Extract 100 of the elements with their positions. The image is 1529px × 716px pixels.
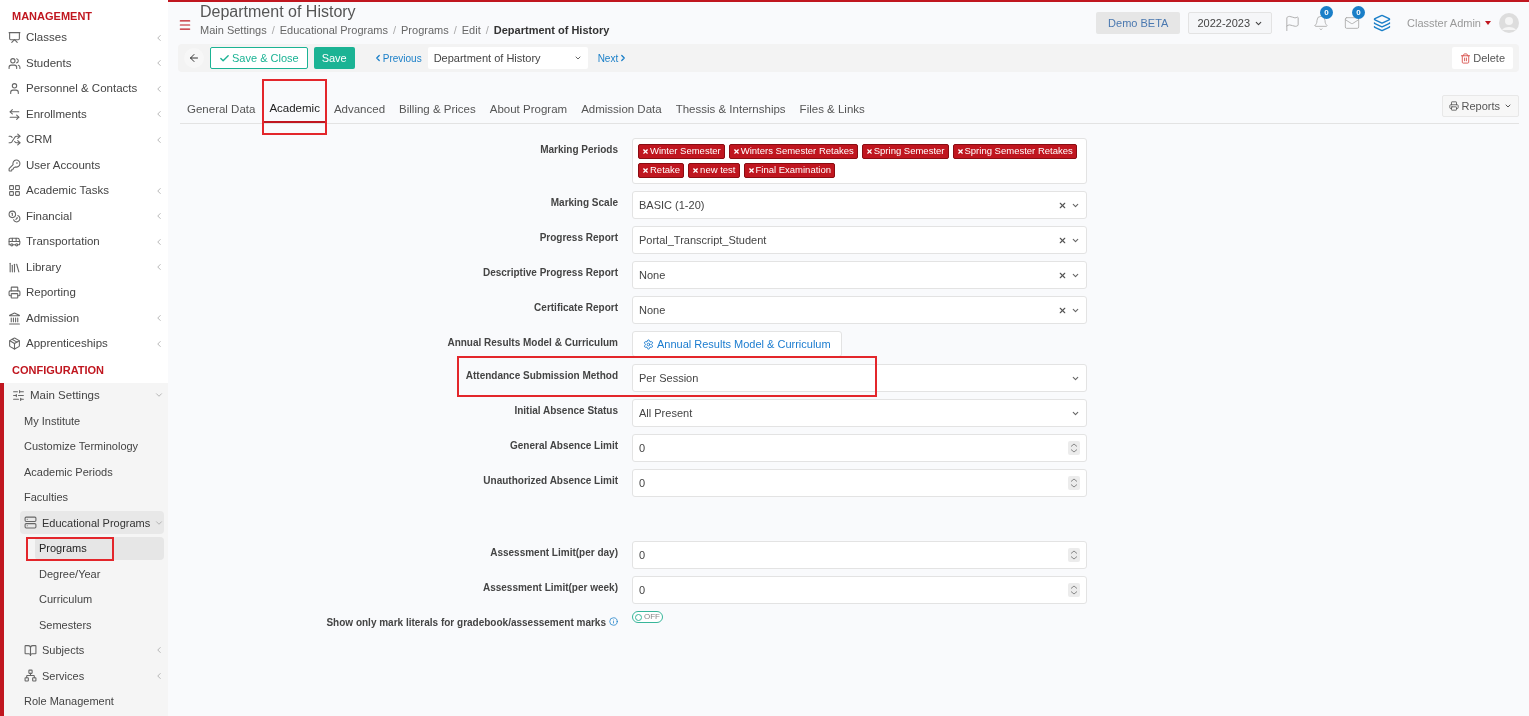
tags-field[interactable]: Winter Semester Winters Semester Retakes Spring Semester Spring Semester Retakes Retake new test Final Examination [632, 138, 1087, 184]
select-field[interactable]: BASIC (1-20) [632, 191, 1087, 219]
annual-results-button[interactable]: Annual Results Model & Curriculum [632, 331, 842, 357]
sidebar-item[interactable]: Financial [8, 204, 164, 228]
breadcrumb-item[interactable]: Educational Programs [279, 22, 388, 39]
chevron-left-icon [154, 236, 164, 247]
sidebar-item[interactable]: Services [24, 664, 164, 688]
tag-chip[interactable]: Retake [638, 163, 685, 178]
trash-icon [1460, 52, 1472, 64]
remove-icon[interactable] [956, 148, 964, 155]
tab[interactable]: Thessis & Internships [669, 97, 792, 123]
select-field[interactable]: Portal_Transcript_Student [632, 226, 1087, 254]
caret-icon[interactable] [1485, 21, 1491, 25]
sidebar-item[interactable]: Degree/Year [39, 562, 164, 586]
next-link[interactable]: Next [597, 50, 629, 66]
notification-count: 0 [1320, 6, 1333, 19]
tag-chip[interactable]: new test [688, 163, 740, 178]
clear-icon[interactable] [1058, 305, 1067, 315]
remove-icon[interactable] [642, 167, 649, 174]
sidebar-item[interactable]: Customize Terminology [24, 434, 164, 458]
sidebar-item[interactable]: Reporting [8, 281, 164, 305]
sidebar-item[interactable]: Apprenticeships [8, 332, 164, 356]
tab[interactable]: About Program [483, 97, 574, 123]
breadcrumb-separator: / [453, 23, 457, 38]
remove-icon[interactable] [692, 167, 700, 174]
sidebar-item[interactable]: My Institute [24, 409, 164, 433]
clear-icon[interactable] [1058, 270, 1067, 280]
tag-chip[interactable]: Final Examination [743, 163, 835, 178]
breadcrumb-item[interactable]: Edit [461, 22, 481, 39]
number-field[interactable]: 0 [632, 576, 1087, 604]
sidebar-item[interactable]: Curriculum [39, 587, 164, 611]
remove-icon[interactable] [865, 148, 873, 155]
tag-chip[interactable]: Spring Semester [861, 144, 949, 159]
sidebar-item[interactable]: Educational Programs [20, 511, 164, 535]
sidebar-item[interactable]: User Accounts [8, 153, 164, 177]
breadcrumb-item[interactable]: Main Settings [200, 22, 267, 39]
back-button[interactable] [184, 48, 204, 68]
sidebar-item[interactable]: Role Management [24, 689, 164, 713]
gear-icon [643, 338, 654, 350]
sidebar-item[interactable]: Transportation [8, 230, 164, 254]
previous-link[interactable]: Previous [372, 50, 422, 66]
tag-chip[interactable]: Spring Semester Retakes [952, 144, 1077, 159]
select-field[interactable]: None [632, 261, 1087, 289]
sidebar-item[interactable]: Students [8, 51, 164, 75]
bell-icon[interactable] [1313, 15, 1329, 31]
field-label: Marking Periods [540, 143, 618, 157]
field-label: Progress Report [539, 231, 618, 245]
spinner-icon[interactable] [1068, 441, 1080, 455]
field-label: Initial Absence Status [514, 404, 618, 418]
number-field[interactable]: 0 [632, 541, 1087, 569]
select-field[interactable]: None [632, 296, 1087, 324]
sidebar-item[interactable]: Enrollments [8, 102, 164, 126]
tab[interactable]: Advanced [327, 97, 392, 123]
sidebar-item[interactable]: Subjects [24, 638, 164, 662]
chevron-left-icon [154, 670, 164, 681]
mail-icon[interactable] [1343, 15, 1361, 31]
tab[interactable]: Admission Data [575, 97, 668, 123]
chevron-left-icon [154, 134, 164, 145]
chevron-left-icon [154, 338, 164, 349]
toggle-switch[interactable]: OFF [632, 611, 663, 623]
spinner-icon[interactable] [1068, 583, 1080, 597]
sidebar-item[interactable]: Programs [35, 536, 164, 560]
breadcrumb-item[interactable]: Programs [401, 22, 449, 39]
reports-button[interactable]: Reports [1442, 95, 1519, 117]
tab[interactable]: Billing & Prices [393, 97, 482, 123]
sidebar-item[interactable]: Academic Tasks [8, 179, 164, 203]
spinner-icon[interactable] [1068, 548, 1080, 562]
chevron-left-icon [154, 185, 164, 196]
sidebar-item[interactable]: Semesters [39, 613, 164, 637]
select-field[interactable]: Per Session [632, 364, 1087, 392]
sidebar-item[interactable]: Academic Periods [24, 460, 164, 484]
sidebar-item[interactable]: Admission [8, 306, 164, 330]
remove-icon[interactable] [642, 148, 649, 155]
back-arrow-icon [188, 52, 200, 64]
clear-icon[interactable] [1058, 235, 1067, 245]
record-select[interactable]: Department of History [427, 47, 588, 69]
chevron-left-icon [154, 211, 164, 222]
sidebar-item[interactable]: Library [8, 255, 164, 279]
spinner-icon[interactable] [1068, 476, 1080, 490]
sidebar-item[interactable]: Faculties [24, 485, 164, 509]
remove-icon[interactable] [732, 148, 740, 155]
sidebar-item[interactable]: Personnel & Contacts [8, 77, 164, 101]
delete-button[interactable]: Delete [1452, 47, 1513, 69]
remove-icon[interactable] [747, 167, 755, 174]
tab[interactable]: Files & Links [793, 97, 871, 123]
info-icon[interactable] [609, 617, 618, 626]
sidebar-item[interactable]: CRM [8, 128, 164, 152]
year-selector[interactable]: 2022-2023 [1188, 12, 1272, 34]
sidebar-item[interactable]: Main Settings [12, 383, 164, 407]
caret-icon [573, 54, 582, 62]
tag-chip[interactable]: Winters Semester Retakes [728, 144, 858, 159]
number-field[interactable]: 0 [632, 434, 1087, 462]
number-field[interactable]: 0 [632, 469, 1087, 497]
sidebar-item[interactable]: Classes [8, 26, 164, 50]
tag-chip[interactable]: Winter Semester [638, 144, 725, 159]
tab[interactable]: General Data [181, 97, 262, 123]
select-field[interactable]: All Present [632, 399, 1087, 427]
tab[interactable]: Academic [263, 97, 326, 123]
clear-icon[interactable] [1058, 200, 1067, 210]
field-label: Marking Scale [550, 196, 618, 210]
